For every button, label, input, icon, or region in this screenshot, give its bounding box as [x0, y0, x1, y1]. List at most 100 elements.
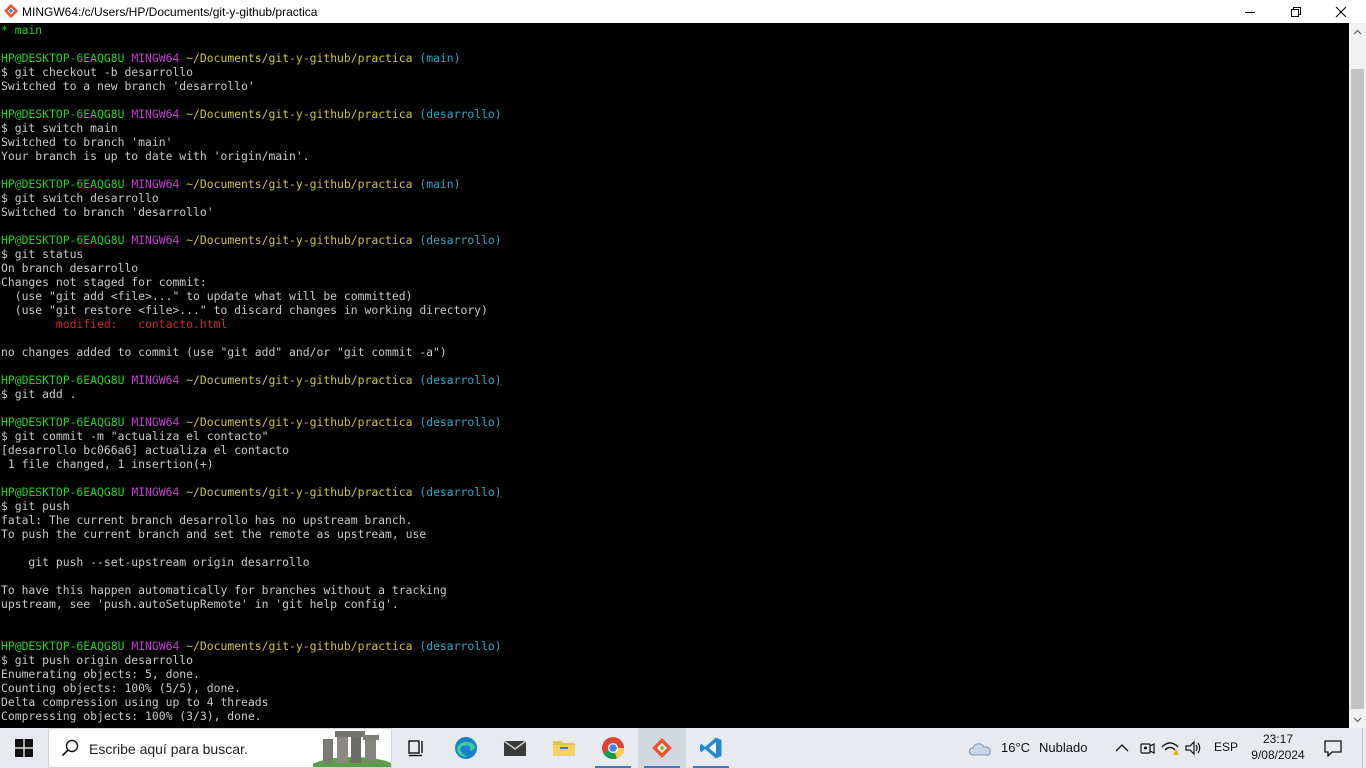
terminal-line: Switched to branch 'desarrollo'	[1, 205, 502, 219]
terminal-line: (use "git add <file>..." to update what …	[1, 289, 502, 303]
chevron-up-icon	[1353, 29, 1362, 34]
show-desktop-button[interactable]	[1362, 728, 1366, 768]
terminal-text-segment: HP@DESKTOP-6EAQG8U	[1, 177, 125, 191]
terminal-line: HP@DESKTOP-6EAQG8U MINGW64 ~/Documents/g…	[1, 177, 502, 191]
terminal-text-segment: HP@DESKTOP-6EAQG8U	[1, 415, 125, 429]
terminal-text-segment: MINGW64	[131, 233, 180, 247]
volume-icon[interactable]	[1185, 740, 1203, 756]
terminal-text-segment: $ git push origin desarrollo	[1, 653, 194, 667]
terminal-text-segment: modified: contacto.html	[1, 317, 228, 331]
terminal-text-segment: Delta compression using up to 4 threads	[1, 695, 269, 709]
meet-now-icon[interactable]	[1139, 740, 1155, 756]
chevron-down-icon	[1353, 717, 1362, 722]
terminal-text-segment: $ git status	[1, 247, 84, 261]
terminal-line: Switched to a new branch 'desarrollo'	[1, 79, 502, 93]
terminal-text-segment: (desarrollo)	[412, 107, 502, 121]
terminal-text-segment: (main)	[412, 51, 461, 65]
network-warning-icon[interactable]	[1161, 740, 1179, 756]
terminal-text-segment: upstream, see 'push.autoSetupRemote' in …	[1, 597, 399, 611]
terminal-text-segment: $ git switch desarrollo	[1, 191, 159, 205]
window-title: MINGW64:/c/Users/HP/Documents/git-y-gith…	[22, 5, 318, 19]
minimize-button[interactable]	[1227, 0, 1273, 23]
close-button[interactable]	[1318, 0, 1364, 23]
language-indicator[interactable]: ESP	[1214, 740, 1238, 754]
terminal-text-segment: MINGW64	[131, 107, 180, 121]
terminal-text-segment: (desarrollo)	[412, 639, 502, 653]
terminal-text-segment: git push --set-upstream origin desarroll…	[1, 555, 310, 569]
clock[interactable]: 23:17 9/08/2024	[1248, 731, 1308, 765]
terminal-text-segment: MINGW64	[131, 485, 180, 499]
title-bar[interactable]: MINGW64:/c/Users/HP/Documents/git-y-gith…	[0, 0, 1366, 23]
terminal-text-segment: no changes added to commit (use "git add…	[1, 345, 447, 359]
terminal-output[interactable]: * main HP@DESKTOP-6EAQG8U MINGW64 ~/Docum…	[0, 23, 1349, 728]
terminal-line: Changes not staged for commit:	[1, 275, 502, 289]
git-bash-app-icon	[3, 3, 19, 19]
scroll-down-button[interactable]	[1349, 711, 1366, 728]
notifications-icon[interactable]	[1323, 739, 1343, 757]
scrollbar-thumb[interactable]	[1351, 69, 1364, 709]
terminal-line: $ git switch desarrollo	[1, 191, 502, 205]
terminal-text-segment: ~/Documents/git-y-github/practica	[186, 233, 413, 247]
terminal-text-segment: Changes not staged for commit:	[1, 275, 207, 289]
scroll-up-button[interactable]	[1349, 23, 1366, 40]
cloud-weather-icon	[968, 743, 991, 756]
mail-taskbar-button[interactable]	[491, 728, 539, 768]
terminal-line: modified: contacto.html	[1, 317, 502, 331]
terminal-text-segment: HP@DESKTOP-6EAQG8U	[1, 51, 125, 65]
terminal-text-segment: HP@DESKTOP-6EAQG8U	[1, 639, 125, 653]
chrome-taskbar-button[interactable]	[589, 728, 637, 768]
terminal-line: no changes added to commit (use "git add…	[1, 345, 502, 359]
restore-button[interactable]	[1273, 0, 1319, 23]
terminal-text-segment: MINGW64	[131, 415, 180, 429]
terminal-text-segment: Switched to a new branch 'desarrollo'	[1, 79, 255, 93]
terminal-line: HP@DESKTOP-6EAQG8U MINGW64 ~/Documents/g…	[1, 373, 502, 387]
terminal-text-segment: ~/Documents/git-y-github/practica	[186, 639, 413, 653]
clock-date: 9/08/2024	[1251, 748, 1305, 762]
terminal-text-segment: Compressing objects: 100% (3/3), done.	[1, 709, 262, 723]
task-view-button[interactable]	[392, 728, 440, 768]
terminal-line: (use "git restore <file>..." to discard …	[1, 303, 502, 317]
terminal-line: To push the current branch and set the r…	[1, 527, 502, 541]
terminal-text-segment: (desarrollo)	[412, 415, 502, 429]
start-button[interactable]	[0, 728, 48, 768]
terminal-line: $ git push origin desarrollo	[1, 653, 502, 667]
taskbar-search-box[interactable]: Escribe aquí para buscar.	[48, 728, 392, 768]
terminal-line: * main	[1, 23, 502, 37]
terminal-line: $ git switch main	[1, 121, 502, 135]
git-bash-taskbar-button[interactable]	[638, 728, 686, 768]
terminal-line: HP@DESKTOP-6EAQG8U MINGW64 ~/Documents/g…	[1, 485, 502, 499]
terminal-text-segment: On branch desarrollo	[1, 261, 139, 275]
chevron-up-icon[interactable]	[1115, 743, 1129, 753]
edge-taskbar-button[interactable]	[442, 728, 490, 768]
terminal-text-segment: HP@DESKTOP-6EAQG8U	[1, 373, 125, 387]
terminal-text-segment: $ git switch main	[1, 121, 118, 135]
vertical-scrollbar[interactable]	[1349, 23, 1366, 728]
terminal-line: HP@DESKTOP-6EAQG8U MINGW64 ~/Documents/g…	[1, 107, 502, 121]
terminal-line: upstream, see 'push.autoSetupRemote' in …	[1, 597, 502, 611]
weather-condition[interactable]: Nublado	[1039, 740, 1087, 755]
terminal-text-segment: $ git push	[1, 499, 70, 513]
terminal-line: 1 file changed, 1 insertion(+)	[1, 457, 502, 471]
windows-logo-icon	[15, 739, 33, 757]
mail-icon	[503, 740, 527, 756]
terminal-text-segment: Switched to branch 'main'	[1, 135, 173, 149]
chrome-icon	[602, 737, 625, 760]
terminal-line: $ git checkout -b desarrollo	[1, 65, 502, 79]
terminal-text-segment: [desarrollo bc066a6] actualiza el contac…	[1, 443, 290, 457]
terminal-line: Enumerating objects: 5, done.	[1, 667, 502, 681]
weather-temperature[interactable]: 16°C	[1001, 740, 1030, 755]
terminal-line: HP@DESKTOP-6EAQG8U MINGW64 ~/Documents/g…	[1, 233, 502, 247]
terminal-text-segment: $ git add .	[1, 387, 77, 401]
vscode-taskbar-button[interactable]	[687, 728, 735, 768]
terminal-text-segment: ~/Documents/git-y-github/practica	[186, 415, 413, 429]
restore-icon	[1291, 6, 1301, 17]
terminal-text-segment: $ git commit -m "actualiza el contacto"	[1, 429, 269, 443]
terminal-text-segment: ~/Documents/git-y-github/practica	[186, 107, 413, 121]
terminal-text-segment: HP@DESKTOP-6EAQG8U	[1, 233, 125, 247]
file-explorer-taskbar-button[interactable]	[540, 728, 588, 768]
